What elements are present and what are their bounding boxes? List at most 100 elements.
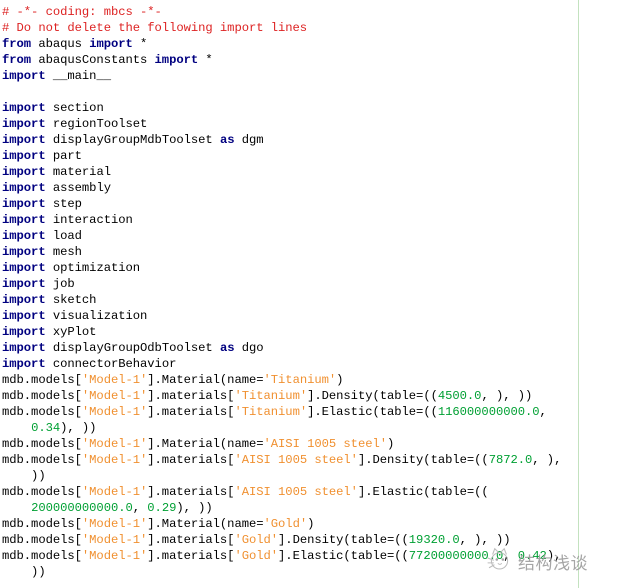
code-line: import xyPlot [2, 324, 632, 340]
code-token-plain: optimization [45, 261, 141, 275]
code-token-plain: ].materials[ [147, 389, 235, 403]
code-token-string: 'Model-1' [81, 389, 148, 403]
code-line: mdb.models['Model-1'].materials['Gold'].… [2, 548, 632, 564]
code-token-plain: ), )) [60, 421, 97, 435]
code-token-plain: , ), [532, 453, 562, 467]
code-token-plain: displayGroupMdbToolset [45, 133, 220, 147]
code-line: import part [2, 148, 632, 164]
code-token-string: 'Gold' [263, 517, 308, 531]
code-token-number: 77200000000.0 [408, 549, 504, 563]
code-line: import __main__ [2, 68, 632, 84]
code-token-number: 116000000000.0 [437, 405, 540, 419]
code-token-keyword: from [2, 53, 32, 67]
code-token-plain: step [45, 197, 82, 211]
code-token-plain: ].Elastic(table=(( [307, 405, 438, 419]
code-token-number: 7872.0 [488, 453, 533, 467]
code-token-plain: __main__ [45, 69, 111, 83]
code-token-plain: ].Density(table=(( [278, 533, 409, 547]
code-token-plain: ) [336, 373, 344, 387]
code-token-plain: mdb.models[ [2, 533, 82, 547]
code-line: )) [2, 564, 632, 580]
code-token-plain: dgo [234, 341, 264, 355]
code-token-keyword: import [2, 229, 46, 243]
code-line: 200000000000.0, 0.29), )) [2, 500, 632, 516]
code-line: import mesh [2, 244, 632, 260]
code-token-plain: mesh [45, 245, 82, 259]
code-token-plain: , [503, 549, 518, 563]
code-line: import optimization [2, 260, 632, 276]
code-token-plain: ].Density(table=(( [357, 453, 489, 467]
code-token-keyword: import [2, 357, 46, 371]
code-editor-view[interactable]: # -*- coding: mbcs -*- # Do not delete th… [0, 0, 632, 588]
code-token-plain: , ), )) [481, 389, 533, 403]
code-token-plain: * [198, 53, 213, 67]
code-token-plain: * [132, 37, 148, 51]
code-token-string: 'Model-1' [81, 405, 148, 419]
code-line: )) [2, 468, 632, 484]
code-token-plain: load [45, 229, 82, 243]
code-token-plain: ), [546, 549, 562, 563]
code-token-string: 'Model-1' [81, 437, 148, 451]
code-token-plain: mdb.models[ [2, 373, 82, 387]
code-token-plain: mdb.models[ [2, 389, 82, 403]
code-line: import sketch [2, 292, 632, 308]
code-token-plain: ].materials[ [147, 549, 235, 563]
code-token-plain: connectorBehavior [45, 357, 177, 371]
code-token-keyword: import [2, 245, 46, 259]
code-line: mdb.models['Model-1'].materials['Titaniu… [2, 404, 632, 420]
code-line: import job [2, 276, 632, 292]
code-line: import section [2, 100, 632, 116]
code-line: from abaqusConstants import * [2, 52, 632, 68]
code-text-area[interactable]: # -*- coding: mbcs -*- # Do not delete th… [0, 0, 632, 580]
code-line: mdb.models['Model-1'].materials['Gold'].… [2, 532, 632, 548]
code-token-plain: mdb.models[ [2, 549, 82, 563]
code-token-plain: dgm [234, 133, 264, 147]
code-token-plain: ].Material(name= [147, 517, 264, 531]
code-token-plain: material [45, 165, 111, 179]
code-token-plain: ) [307, 517, 315, 531]
code-token-plain: xyPlot [45, 325, 97, 339]
code-token-plain: , [132, 501, 148, 515]
code-line: import assembly [2, 180, 632, 196]
code-token-keyword: import [2, 325, 46, 339]
code-token-plain: sketch [45, 293, 97, 307]
code-line: mdb.models['Model-1'].materials['AISI 10… [2, 452, 632, 468]
code-token-string: 'Gold' [234, 549, 279, 563]
code-token-plain: , [539, 405, 547, 419]
code-token-plain: ), )) [176, 501, 213, 515]
code-line: import visualization [2, 308, 632, 324]
code-token-plain: mdb.models[ [2, 405, 82, 419]
code-token-plain: ].Density(table=(( [307, 389, 438, 403]
code-token-number: 200000000000.0 [31, 501, 133, 515]
code-token-plain: section [45, 101, 104, 115]
code-token-number: 4500.0 [437, 389, 482, 403]
code-line: 0.34), )) [2, 420, 632, 436]
code-token-plain: visualization [45, 309, 148, 323]
code-token-plain: job [45, 277, 75, 291]
code-token-number: 0.42 [517, 549, 547, 563]
code-token-plain: , ), )) [459, 533, 511, 547]
code-token-plain: mdb.models[ [2, 517, 82, 531]
code-line: # Do not delete the following import lin… [2, 20, 632, 36]
code-token-plain: ].materials[ [147, 485, 235, 499]
code-token-string: 'Model-1' [81, 373, 148, 387]
code-token-keyword: import [2, 181, 46, 195]
code-token-plain: mdb.models[ [2, 485, 82, 499]
code-token-string: 'Model-1' [81, 517, 148, 531]
code-token-keyword: import [2, 101, 46, 115]
code-token-string: 'Model-1' [81, 485, 148, 499]
code-line: mdb.models['Model-1'].Material(name='Tit… [2, 372, 632, 388]
code-token-plain: ) [387, 437, 395, 451]
code-token-keyword: import [2, 309, 46, 323]
code-token-string: 'Model-1' [81, 533, 148, 547]
code-line: import step [2, 196, 632, 212]
code-token-keyword: import [89, 37, 133, 51]
code-token-plain: mdb.models[ [2, 453, 82, 467]
code-token-keyword: as [219, 341, 235, 355]
code-token-plain: ].materials[ [147, 533, 235, 547]
code-token-string: 'Model-1' [81, 549, 148, 563]
code-line: # -*- coding: mbcs -*- [2, 4, 632, 20]
code-token-plain: ].Material(name= [147, 373, 264, 387]
code-token-keyword: import [2, 165, 46, 179]
